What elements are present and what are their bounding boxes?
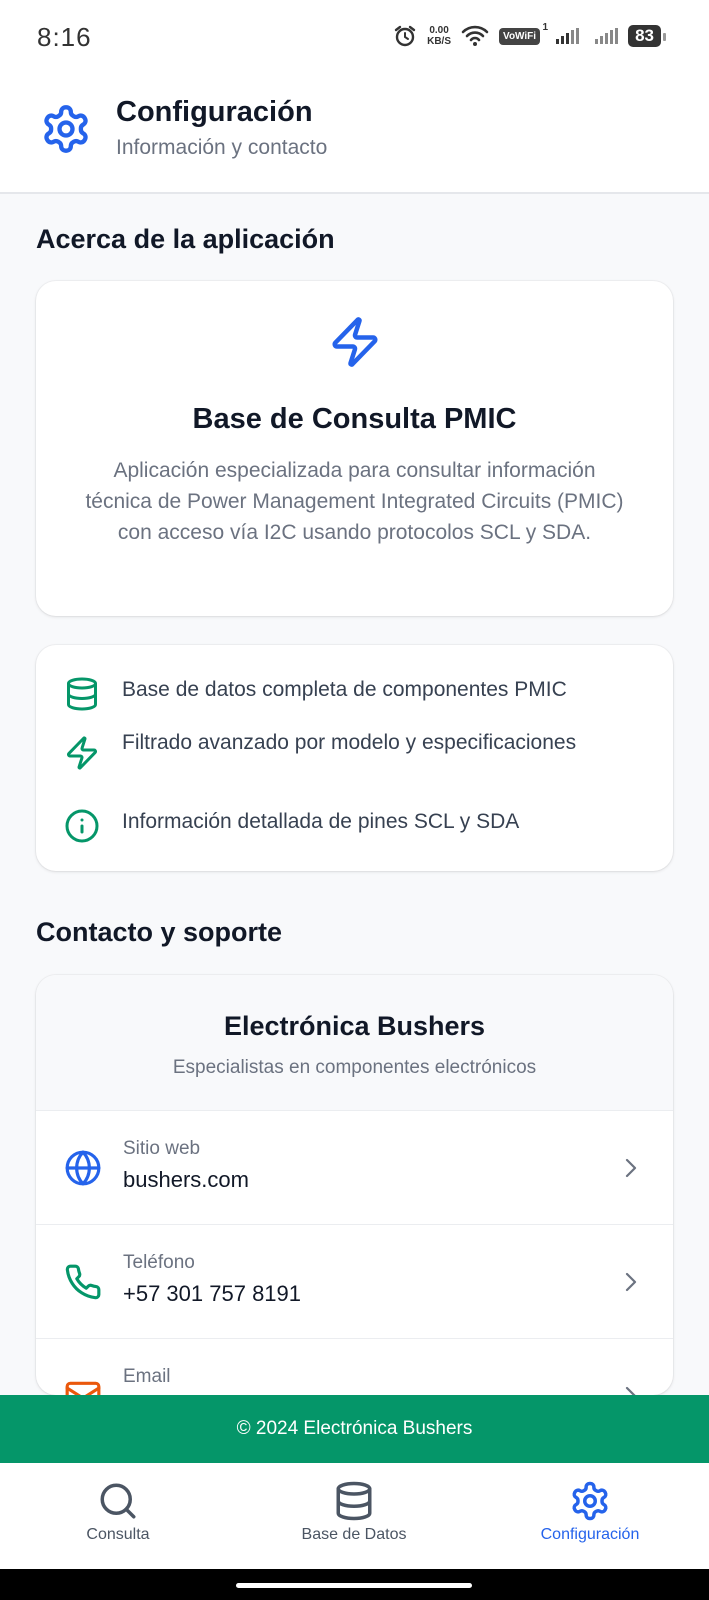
mail-icon <box>65 1381 101 1395</box>
contact-row-phone[interactable]: Teléfono +57 301 757 8191 <box>36 1224 673 1339</box>
app-description: Aplicación especializada para consultar … <box>85 459 624 544</box>
contact-label: Teléfono <box>123 1252 195 1273</box>
app-header: Configuración Información y contacto <box>0 78 709 194</box>
contact-section-title: Contacto y soporte <box>36 917 283 947</box>
gear-icon <box>44 105 88 153</box>
about-section-title: Acerca de la aplicación <box>36 224 335 254</box>
tab-consulta[interactable]: Consulta <box>0 1463 236 1569</box>
feature-text: Información detallada de pines SCL y SDA <box>122 810 520 833</box>
tab-base-de-datos[interactable]: Base de Datos <box>236 1463 472 1569</box>
lightning-icon <box>67 736 97 770</box>
lightning-icon <box>332 317 377 367</box>
gear-icon <box>572 1481 608 1521</box>
feature-item: Información detallada de pines SCL y SDA <box>64 808 653 844</box>
chevron-right-icon <box>625 1272 637 1292</box>
database-icon <box>67 677 97 711</box>
database-icon <box>336 1481 372 1521</box>
vowifi-label: VoWiFi <box>503 30 537 42</box>
contact-label: Sitio web <box>123 1138 201 1159</box>
copyright-footer: © 2024 Electrónica Bushers <box>0 1395 709 1463</box>
tab-label: Base de Datos <box>301 1526 407 1543</box>
info-icon <box>65 809 99 843</box>
alarm-icon <box>394 25 416 47</box>
status-icons: 0.00 KB/S VoWiFi 1 83 <box>393 22 666 48</box>
about-card: Base de Consulta PMIC Aplicación especia… <box>36 281 673 616</box>
status-bar: 8:16 0.00 KB/S VoWiFi 1 83 <box>0 0 709 78</box>
features-card: Base de datos completa de componentes PM… <box>36 645 673 871</box>
network-speed-value: 0.00 <box>429 25 449 36</box>
feature-item: Filtrado avanzado por modelo y especific… <box>64 729 653 771</box>
chevron-right-icon <box>625 1386 636 1395</box>
vowifi-badge: VoWiFi 1 <box>499 22 548 45</box>
signal-icon <box>556 28 580 44</box>
contact-value: bushers.com <box>123 1167 249 1192</box>
page-subtitle: Información y contacto <box>116 136 328 159</box>
network-speed: 0.00 KB/S <box>427 25 451 47</box>
battery-indicator: 83 <box>628 25 666 47</box>
chevron-right-icon <box>625 1158 637 1178</box>
company-header: Electrónica Bushers Especialistas en com… <box>36 975 673 1110</box>
company-tagline: Especialistas en componentes electrónico… <box>172 1057 537 1078</box>
tab-label: Consulta <box>86 1526 150 1543</box>
phone-icon <box>65 1264 101 1300</box>
globe-icon <box>65 1150 101 1186</box>
contact-row-email[interactable]: Email <box>36 1338 673 1395</box>
tab-configuracion[interactable]: Configuración <box>472 1463 708 1569</box>
wifi-icon <box>461 25 489 46</box>
tab-label: Configuración <box>540 1526 640 1543</box>
search-icon <box>100 1483 136 1519</box>
feature-text: Filtrado avanzado por modelo y especific… <box>122 731 577 754</box>
contact-card: Electrónica Bushers Especialistas en com… <box>36 975 673 1395</box>
signal-icon-2 <box>595 28 619 44</box>
contact-value: +57 301 757 8191 <box>123 1281 302 1306</box>
status-time: 8:16 <box>37 22 92 52</box>
app-name: Base de Consulta PMIC <box>192 403 517 435</box>
bottom-tab-bar: Consulta Base de Datos Configuración <box>0 1463 709 1569</box>
page-title: Configuración <box>116 96 313 128</box>
contact-row-website[interactable]: Sitio web bushers.com <box>36 1110 673 1225</box>
contact-label: Email <box>123 1366 171 1387</box>
feature-text: Base de datos completa de componentes PM… <box>122 678 567 701</box>
home-gesture-handle[interactable] <box>236 1583 472 1588</box>
system-navigation-bar <box>0 1569 709 1600</box>
company-name: Electrónica Bushers <box>223 1011 486 1041</box>
feature-item: Base de datos completa de componentes PM… <box>64 676 653 712</box>
network-speed-unit: KB/S <box>427 36 452 47</box>
vowifi-sim: 1 <box>542 21 549 33</box>
